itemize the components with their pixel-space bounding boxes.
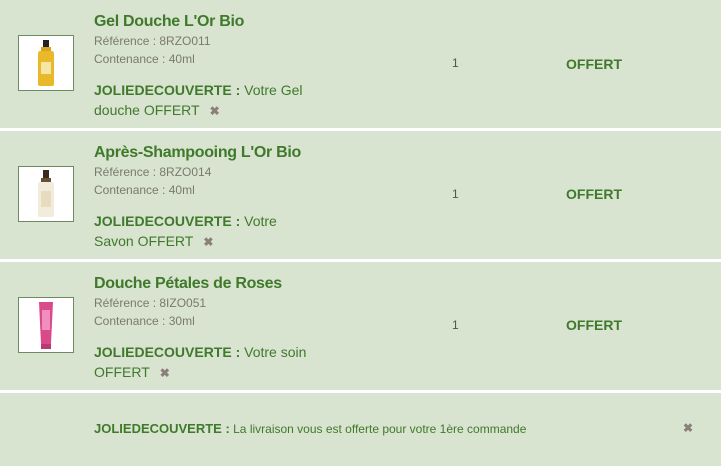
- cart-item-row: Gel Douche L'Or Bio Référence : 8RZO011 …: [0, 0, 721, 128]
- product-name[interactable]: Après-Shampooing L'Or Bio: [94, 143, 354, 163]
- remove-shipping-promo-icon[interactable]: ✖: [683, 421, 693, 435]
- product-thumbnail[interactable]: [18, 297, 74, 353]
- product-name[interactable]: Gel Douche L'Or Bio: [94, 12, 354, 32]
- product-contenance: Contenance : 40ml: [94, 52, 195, 66]
- product-reference: Référence : 8IZO051: [94, 296, 207, 310]
- quantity-value: 1: [452, 187, 459, 201]
- shipping-text: La livraison vous est offerte pour votre…: [229, 422, 527, 436]
- product-info: Gel Douche L'Or Bio Référence : 8RZO011 …: [94, 12, 354, 121]
- product-info: Douche Pétales de Roses Référence : 8IZO…: [94, 274, 354, 383]
- price-value: OFFERT: [566, 186, 622, 202]
- price-value: OFFERT: [566, 56, 622, 72]
- product-name[interactable]: Douche Pétales de Roses: [94, 274, 354, 294]
- shipping-code: JOLIEDECOUVERTE :: [94, 421, 230, 436]
- promo-line: JOLIEDECOUVERTE : Votre Gel douche OFFER…: [94, 80, 314, 121]
- product-reference: Référence : 8RZO014: [94, 165, 212, 179]
- product-reference: Référence : 8RZO011: [94, 34, 211, 48]
- price-value: OFFERT: [566, 317, 622, 333]
- shipping-promo-row: JOLIEDECOUVERTE : La livraison vous est …: [0, 393, 721, 466]
- product-tube-icon: [39, 302, 53, 349]
- product-thumbnail[interactable]: [18, 166, 74, 222]
- promo-line: JOLIEDECOUVERTE : Votre Savon OFFERT ✖: [94, 211, 314, 252]
- product-bottle-icon: [38, 170, 54, 217]
- promo-code: JOLIEDECOUVERTE :: [94, 344, 241, 360]
- quantity-value: 1: [452, 318, 459, 332]
- promo-code: JOLIEDECOUVERTE :: [94, 82, 241, 98]
- product-info: Après-Shampooing L'Or Bio Référence : 8R…: [94, 143, 354, 252]
- remove-promo-icon[interactable]: ✖: [203, 232, 213, 252]
- cart-item-row: Après-Shampooing L'Or Bio Référence : 8R…: [0, 131, 721, 259]
- product-bottle-icon: [38, 40, 54, 86]
- quantity-value: 1: [452, 56, 459, 70]
- product-contenance: Contenance : 40ml: [94, 183, 195, 197]
- cart-list: Gel Douche L'Or Bio Référence : 8RZO011 …: [0, 0, 721, 466]
- remove-promo-icon[interactable]: ✖: [160, 363, 170, 383]
- cart-item-row: Douche Pétales de Roses Référence : 8IZO…: [0, 262, 721, 390]
- remove-promo-icon[interactable]: ✖: [210, 101, 220, 121]
- promo-code: JOLIEDECOUVERTE :: [94, 213, 241, 229]
- product-thumbnail[interactable]: [18, 35, 74, 91]
- shipping-promo: JOLIEDECOUVERTE : La livraison vous est …: [94, 421, 526, 436]
- product-contenance: Contenance : 30ml: [94, 314, 195, 328]
- promo-line: JOLIEDECOUVERTE : Votre soin OFFERT ✖: [94, 342, 314, 383]
